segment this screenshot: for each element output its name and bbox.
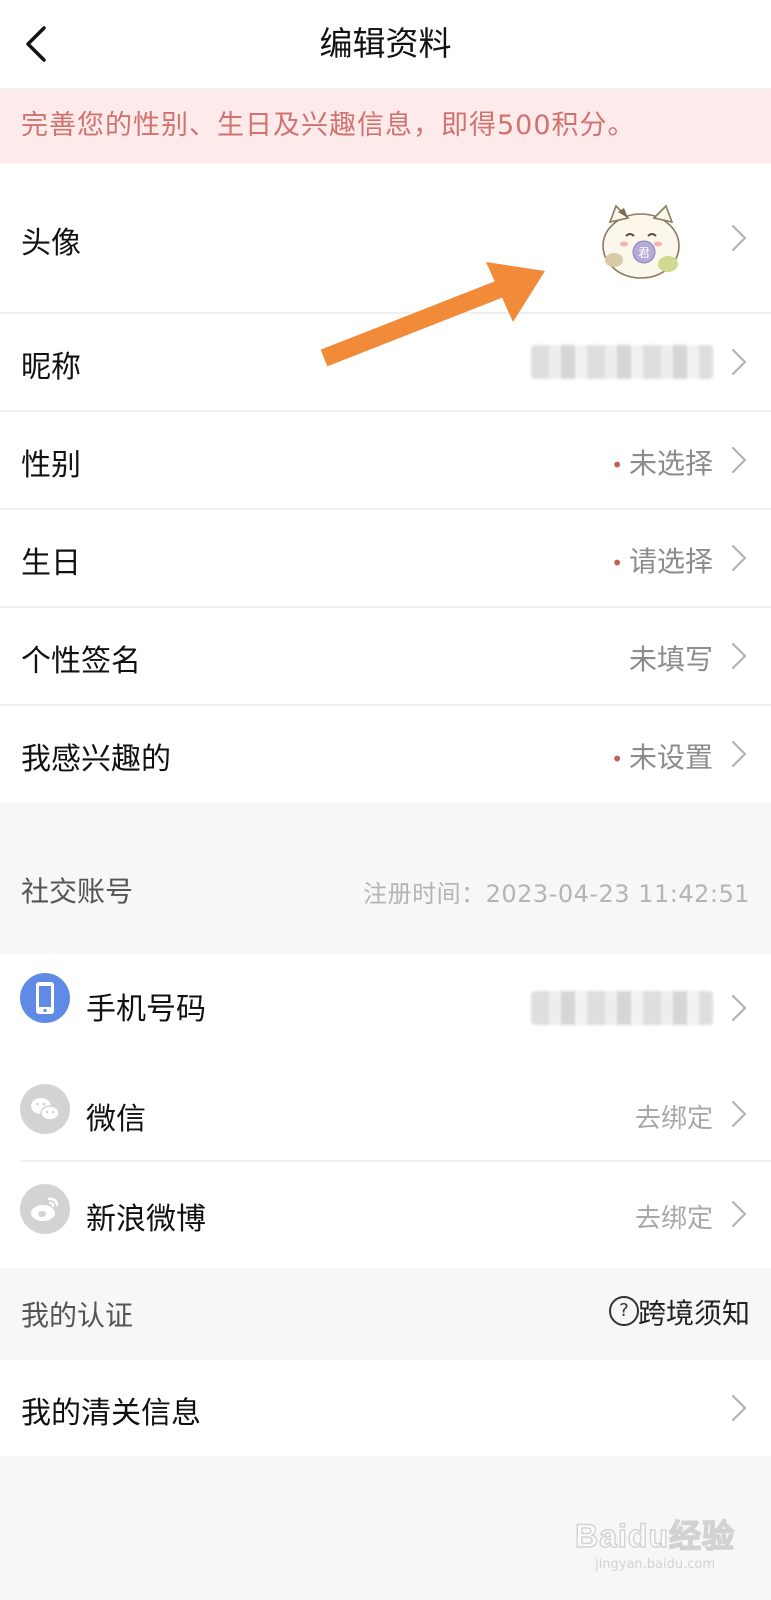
gender-label: 性别 bbox=[21, 448, 81, 483]
required-dot: • bbox=[611, 453, 623, 477]
baidu-watermark: Baidu经验 jingyan.baidu.com bbox=[574, 1511, 735, 1572]
watermark-logo-text: Baidu经验 bbox=[574, 1517, 735, 1554]
interests-label: 我感兴趣的 bbox=[21, 742, 171, 777]
nickname-row[interactable]: 昵称 bbox=[0, 314, 771, 410]
interests-row[interactable]: 我感兴趣的 • 未设置 bbox=[0, 706, 771, 802]
wechat-row[interactable]: 微信 去绑定 bbox=[0, 1062, 771, 1162]
birthday-label: 生日 bbox=[21, 546, 81, 581]
weibo-bind-value: 去绑定 bbox=[634, 1204, 713, 1234]
nav-header: 编辑资料 bbox=[0, 0, 771, 89]
chevron-right-icon bbox=[731, 224, 747, 252]
chevron-right-icon bbox=[731, 1200, 747, 1228]
wechat-bind-value: 去绑定 bbox=[634, 1104, 713, 1134]
phone-label: 手机号码 bbox=[86, 992, 206, 1027]
watermark-url: jingyan.baidu.com bbox=[595, 1557, 716, 1572]
chevron-right-icon bbox=[731, 642, 747, 670]
gender-row[interactable]: 性别 • 未选择 bbox=[0, 412, 771, 508]
interests-value: • 未设置 bbox=[611, 736, 713, 776]
avatar-label: 头像 bbox=[21, 226, 81, 261]
weibo-label: 新浪微博 bbox=[86, 1202, 206, 1237]
weibo-icon bbox=[20, 1184, 70, 1234]
wechat-label: 微信 bbox=[86, 1102, 146, 1137]
chevron-right-icon bbox=[731, 446, 747, 474]
page-title: 编辑资料 bbox=[319, 24, 452, 63]
avatar-row[interactable]: 头像 君 bbox=[0, 164, 771, 312]
customs-info-row[interactable]: 我的清关信息 bbox=[0, 1360, 771, 1456]
required-dot: • bbox=[611, 551, 623, 575]
banner-text: 完善您的性别、生日及兴趣信息，即得500积分。 bbox=[21, 110, 636, 141]
nickname-label: 昵称 bbox=[21, 350, 81, 385]
chevron-right-icon bbox=[731, 348, 747, 376]
interests-value-text: 未设置 bbox=[628, 741, 713, 774]
signature-row[interactable]: 个性签名 未填写 bbox=[0, 608, 771, 704]
phone-value-blurred bbox=[531, 991, 713, 1025]
birthday-value: • 请选择 bbox=[611, 540, 713, 580]
birthday-value-text: 请选择 bbox=[628, 545, 713, 578]
social-section-title: 社交账号 bbox=[21, 875, 134, 908]
birthday-row[interactable]: 生日 • 请选择 bbox=[0, 510, 771, 606]
gender-value: • 未选择 bbox=[611, 442, 713, 482]
required-dot: • bbox=[611, 747, 623, 771]
certification-title: 我的认证 bbox=[21, 1299, 134, 1332]
gender-value-text: 未选择 bbox=[628, 447, 713, 480]
wechat-icon bbox=[20, 1084, 70, 1134]
chevron-right-icon bbox=[731, 740, 747, 768]
social-section-header: 社交账号 注册时间：2023-04-23 11:42:51 bbox=[0, 802, 771, 954]
weibo-row[interactable]: 新浪微博 去绑定 bbox=[0, 1162, 771, 1268]
avatar-badge-text: 君 bbox=[638, 246, 650, 260]
signature-label: 个性签名 bbox=[21, 644, 141, 679]
avatar[interactable]: 君 bbox=[596, 200, 686, 284]
chevron-right-icon bbox=[731, 1100, 747, 1128]
certification-section-header: 我的认证 ? 跨境须知 bbox=[0, 1268, 771, 1360]
phone-row[interactable]: 手机号码 bbox=[0, 954, 771, 1062]
reward-banner: 完善您的性别、生日及兴趣信息，即得500积分。 bbox=[0, 89, 771, 163]
phone-icon bbox=[20, 973, 70, 1023]
chevron-right-icon bbox=[731, 1394, 747, 1422]
question-circle-icon[interactable]: ? bbox=[609, 1296, 639, 1326]
chevron-right-icon bbox=[731, 994, 747, 1022]
cross-border-notice-link[interactable]: 跨境须知 bbox=[638, 1292, 750, 1332]
nickname-value-blurred bbox=[531, 345, 713, 379]
signature-value: 未填写 bbox=[628, 643, 713, 676]
chevron-right-icon bbox=[731, 544, 747, 572]
register-time: 注册时间：2023-04-23 11:42:51 bbox=[363, 880, 750, 908]
customs-info-label: 我的清关信息 bbox=[21, 1396, 201, 1431]
